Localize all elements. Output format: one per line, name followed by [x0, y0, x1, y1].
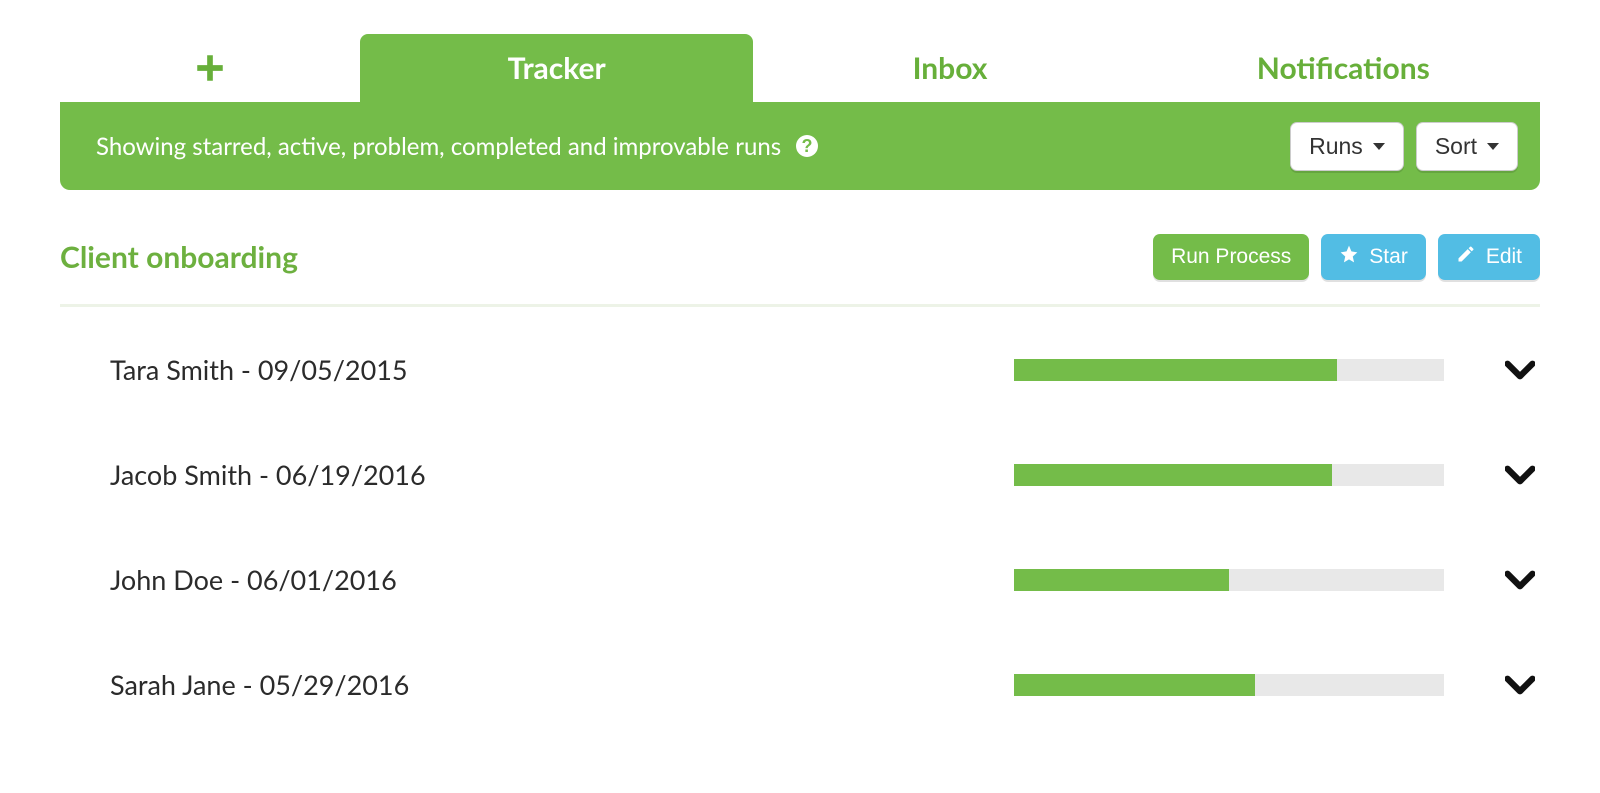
progress-fill — [1014, 464, 1332, 486]
star-button[interactable]: Star — [1321, 234, 1426, 280]
runs-dropdown[interactable]: Runs — [1290, 122, 1404, 171]
run-label: Jacob Smith - 06/19/2016 — [110, 458, 1014, 491]
dropdown-label: Sort — [1435, 133, 1477, 160]
tab-notifications[interactable]: Notifications — [1147, 34, 1540, 102]
chevron-down-icon[interactable] — [1500, 465, 1540, 485]
tab-tracker[interactable]: Tracker — [360, 34, 753, 102]
filter-text: Showing starred, active, problem, comple… — [96, 132, 781, 161]
progress-fill — [1014, 674, 1255, 696]
run-list: Tara Smith - 09/05/2015 Jacob Smith - 06… — [60, 317, 1540, 737]
edit-button[interactable]: Edit — [1438, 234, 1540, 280]
progress-bar — [1014, 359, 1444, 381]
main-tabs: Tracker Inbox Notifications — [60, 34, 1540, 102]
button-label: Run Process — [1171, 245, 1291, 269]
progress-fill — [1014, 359, 1337, 381]
caret-down-icon — [1487, 143, 1499, 150]
tab-inbox[interactable]: Inbox — [753, 34, 1146, 102]
sort-dropdown[interactable]: Sort — [1416, 122, 1518, 171]
page-title: Client onboarding — [60, 239, 298, 275]
list-item[interactable]: Sarah Jane - 05/29/2016 — [60, 632, 1540, 737]
tab-new[interactable] — [60, 34, 360, 102]
button-label: Star — [1369, 245, 1408, 269]
run-label: Tara Smith - 09/05/2015 — [110, 353, 1014, 386]
chevron-down-icon[interactable] — [1500, 675, 1540, 695]
chevron-down-icon[interactable] — [1500, 570, 1540, 590]
filter-bar: Showing starred, active, problem, comple… — [60, 102, 1540, 190]
star-icon — [1339, 244, 1359, 270]
run-label: Sarah Jane - 05/29/2016 — [110, 668, 1014, 701]
pencil-icon — [1456, 244, 1476, 270]
list-item[interactable]: Tara Smith - 09/05/2015 — [60, 317, 1540, 422]
dropdown-label: Runs — [1309, 133, 1363, 160]
svg-text:?: ? — [802, 136, 813, 156]
progress-bar — [1014, 569, 1444, 591]
divider — [60, 304, 1540, 307]
chevron-down-icon[interactable] — [1500, 360, 1540, 380]
button-label: Edit — [1486, 245, 1522, 269]
progress-fill — [1014, 569, 1229, 591]
run-label: John Doe - 06/01/2016 — [110, 563, 1014, 596]
run-process-button[interactable]: Run Process — [1153, 234, 1309, 280]
tab-label: Inbox — [913, 50, 988, 86]
tab-label: Notifications — [1257, 50, 1430, 86]
list-item[interactable]: Jacob Smith - 06/19/2016 — [60, 422, 1540, 527]
list-item[interactable]: John Doe - 06/01/2016 — [60, 527, 1540, 632]
plus-icon — [193, 51, 227, 85]
help-icon[interactable]: ? — [795, 134, 819, 158]
tab-label: Tracker — [508, 50, 606, 86]
caret-down-icon — [1373, 143, 1385, 150]
progress-bar — [1014, 464, 1444, 486]
progress-bar — [1014, 674, 1444, 696]
